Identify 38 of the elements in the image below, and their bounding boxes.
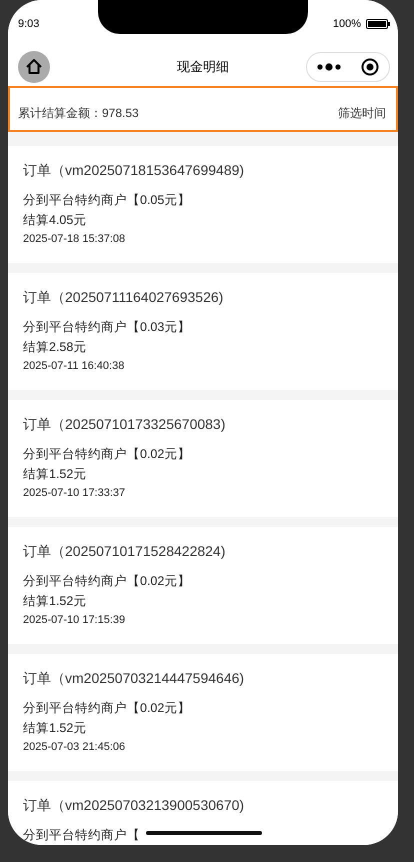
order-time: 2025-07-10 17:15:39 bbox=[23, 614, 126, 626]
order-time: 2025-07-03 21:45:06 bbox=[23, 741, 126, 753]
merchant-share: 分到平台特约商户【0.02元】 bbox=[23, 700, 190, 717]
order-card[interactable]: 订单（vm20250703213900530670) 分到平台特约商户【 bbox=[8, 781, 398, 845]
order-title: 订单（vm20250703214447594646) bbox=[23, 670, 246, 688]
more-icon[interactable] bbox=[316, 62, 342, 72]
order-title: 订单（vm20250718153647699489) bbox=[23, 162, 246, 180]
order-title: 订单（vm20250703213900530670) bbox=[23, 797, 246, 815]
settle-amount: 结算2.58元 bbox=[23, 339, 86, 356]
home-icon bbox=[25, 58, 43, 76]
merchant-share: 分到平台特约商户【0.05元】 bbox=[23, 192, 190, 209]
order-title: 订单（20250710171528422824) bbox=[23, 543, 226, 561]
settle-amount: 结算1.52元 bbox=[23, 720, 86, 737]
merchant-share: 分到平台特约商户【0.03元】 bbox=[23, 319, 190, 336]
settle-amount: 结算1.52元 bbox=[23, 593, 86, 610]
order-time: 2025-07-10 17:33:37 bbox=[23, 487, 126, 499]
settle-amount: 结算4.05元 bbox=[23, 212, 86, 229]
total-amount: 累计结算金额：978.53 bbox=[18, 105, 139, 122]
page-title: 现金明细 bbox=[177, 58, 229, 76]
home-button[interactable] bbox=[18, 51, 50, 83]
merchant-share: 分到平台特约商户【0.02元】 bbox=[23, 573, 190, 590]
order-card[interactable]: 订单（vm20250703214447594646) 分到平台特约商户【0.02元】 结算1.52元 2025-07-03 21:45:06 bbox=[8, 654, 398, 771]
order-card[interactable]: 订单（20250711164027693526) 分到平台特约商户【0.03元】 结算2.58元 2025-07-11 16:40:38 bbox=[8, 273, 398, 390]
status-time: 9:03 bbox=[18, 18, 40, 30]
order-card[interactable]: 订单（20250710173325670083) 分到平台特约商户【0.02元】 结算1.52元 2025-07-10 17:33:37 bbox=[8, 400, 398, 517]
order-card[interactable]: 订单（20250710171528422824) 分到平台特约商户【0.02元】 结算1.52元 2025-07-10 17:15:39 bbox=[8, 527, 398, 644]
order-time: 2025-07-18 15:37:08 bbox=[23, 233, 126, 245]
order-title: 订单（20250711164027693526) bbox=[23, 289, 224, 307]
order-card[interactable]: 订单（vm20250718153647699489) 分到平台特约商户【0.05元】 结算4.05元 2025-07-18 15:37:08 bbox=[8, 146, 398, 263]
order-time: 2025-07-11 16:40:38 bbox=[23, 360, 126, 372]
settle-amount: 结算1.52元 bbox=[23, 466, 86, 483]
close-icon[interactable] bbox=[360, 57, 380, 77]
battery-percent: 100% bbox=[332, 18, 361, 30]
battery-icon bbox=[366, 19, 390, 29]
merchant-share: 分到平台特约商户【0.02元】 bbox=[23, 446, 190, 463]
order-title: 订单（20250710173325670083) bbox=[23, 416, 226, 434]
filter-time-button[interactable]: 筛选时间 bbox=[338, 105, 386, 122]
merchant-share: 分到平台特约商户【 bbox=[23, 827, 140, 844]
